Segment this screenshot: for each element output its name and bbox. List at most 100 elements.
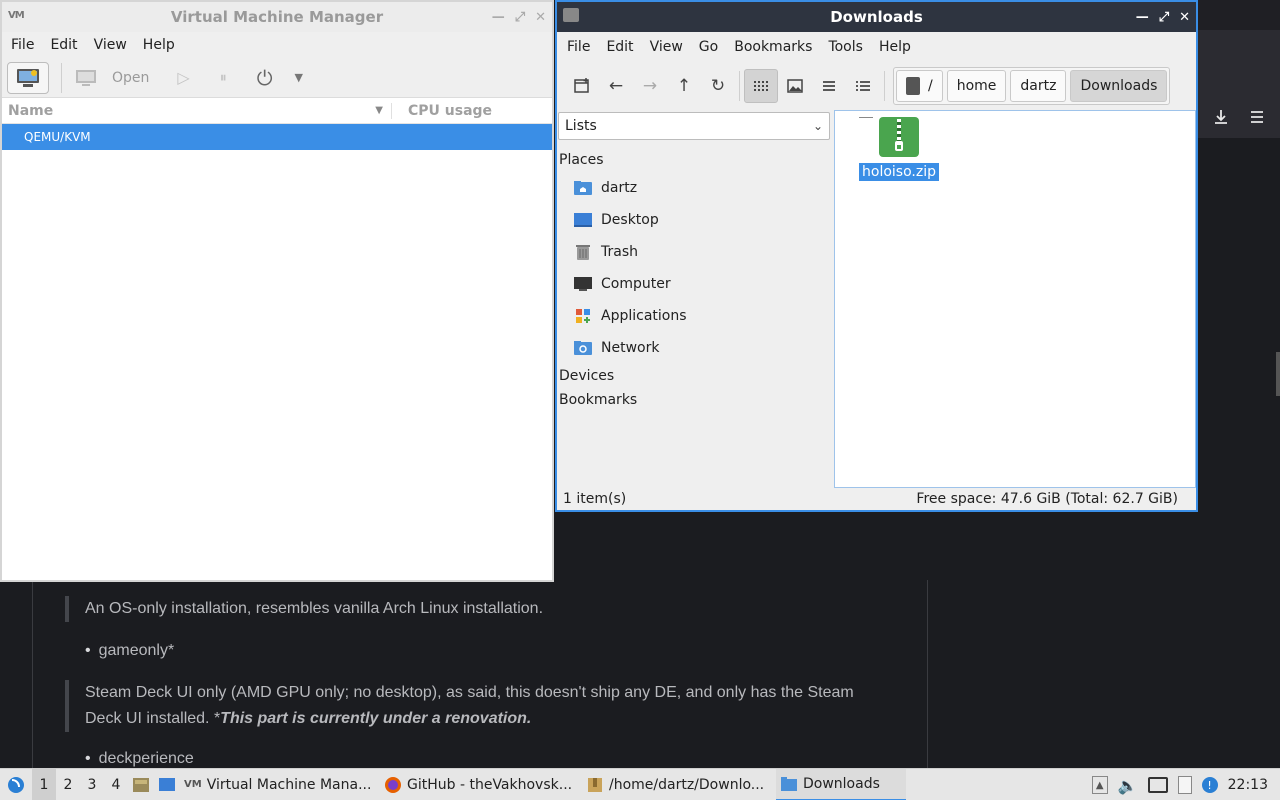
minimize-button[interactable]: — [492, 10, 505, 25]
volume-icon[interactable]: 🔈 [1118, 776, 1138, 795]
network-folder-icon [573, 339, 593, 357]
menu-file[interactable]: File [3, 37, 42, 53]
breadcrumb: / home dartz Downloads [893, 67, 1171, 105]
monitor-icon [76, 69, 96, 86]
icon-view-icon[interactable] [744, 69, 778, 103]
network-icon[interactable] [1147, 777, 1168, 793]
breadcrumb-dartz[interactable]: dartz [1010, 70, 1067, 102]
open-button[interactable]: Open [74, 68, 149, 88]
minimize-button[interactable]: — [1136, 10, 1149, 25]
reload-icon[interactable]: ↻ [701, 69, 735, 103]
back-icon[interactable]: ← [599, 69, 633, 103]
browser-toolbar [1196, 0, 1280, 138]
section-places[interactable]: Places [557, 148, 833, 172]
column-name[interactable]: Name ▼ [2, 102, 392, 119]
play-icon[interactable]: ▷ [177, 68, 189, 87]
vmm-column-header: Name ▼ CPU usage [2, 98, 552, 124]
forward-icon[interactable]: → [633, 69, 667, 103]
menu-go[interactable]: Go [691, 39, 726, 55]
new-tab-icon[interactable] [565, 69, 599, 103]
blockquote: Steam Deck UI only (AMD GPU only; no des… [65, 680, 854, 732]
clipboard-icon[interactable] [1177, 776, 1192, 794]
drive-icon [906, 77, 920, 95]
virt-manager-icon: VM [8, 10, 25, 21]
task-virt-manager[interactable]: VM Virtual Machine Mana... [180, 769, 380, 800]
side-pane-mode-select[interactable]: Lists ⌄ [558, 112, 830, 140]
power-icon[interactable]: ⏻ [257, 66, 273, 90]
task-downloads[interactable]: Downloads [776, 768, 906, 800]
place-desktop[interactable]: Desktop [557, 204, 833, 236]
breadcrumb-downloads[interactable]: Downloads [1070, 70, 1168, 102]
close-button[interactable]: ✕ [1179, 10, 1190, 25]
menu-edit[interactable]: Edit [598, 39, 641, 55]
file-cabinet-icon [133, 777, 149, 792]
taskbar: 1 2 3 4 VM Virtual Machine Mana... GitHu… [0, 768, 1280, 800]
menu-help[interactable]: Help [135, 37, 183, 53]
applications-icon [573, 307, 593, 325]
zip-archive-icon [879, 117, 919, 157]
virt-manager-icon: VM [184, 779, 202, 790]
chevron-down-icon[interactable]: ▼ [295, 71, 303, 84]
menu-file[interactable]: File [559, 39, 598, 55]
item-count: 1 item(s) [563, 491, 627, 507]
clock[interactable]: 22:13 [1228, 777, 1268, 793]
close-button[interactable]: ✕ [535, 10, 546, 25]
home-folder-icon [573, 179, 593, 197]
detailed-list-view-icon[interactable] [846, 69, 880, 103]
column-cpu-usage[interactable]: CPU usage [392, 103, 492, 119]
hamburger-menu-icon[interactable] [1248, 108, 1266, 131]
menu-edit[interactable]: Edit [42, 37, 85, 53]
browser-scrollbar[interactable] [1276, 352, 1280, 396]
maximize-button[interactable]: ⤢ [515, 10, 525, 25]
file-view[interactable]: holoiso.zip [834, 110, 1196, 488]
workspace-1[interactable]: 1 [32, 768, 56, 800]
start-menu-button[interactable] [0, 769, 32, 800]
download-icon[interactable] [1212, 108, 1230, 131]
fm-menubar: File Edit View Go Bookmarks Tools Help [557, 32, 1196, 62]
new-vm-button[interactable] [7, 61, 49, 94]
task-firefox[interactable]: GitHub - theVakhovsk... [380, 769, 582, 800]
show-desktop-button[interactable] [154, 769, 180, 800]
article-content: An OS-only installation, resembles vanil… [32, 580, 928, 768]
workspace-2[interactable]: 2 [56, 769, 80, 800]
list-item: gameonly* [85, 642, 175, 660]
thumbnail-view-icon[interactable] [778, 69, 812, 103]
up-icon[interactable]: ↑ [667, 69, 701, 103]
tray-expand-icon[interactable]: ▲ [1091, 776, 1108, 794]
place-applications[interactable]: Applications [557, 300, 833, 332]
update-notifier-icon[interactable]: ! [1201, 777, 1218, 793]
compact-view-icon[interactable] [812, 69, 846, 103]
workspace-4[interactable]: 4 [104, 769, 128, 800]
menu-tools[interactable]: Tools [820, 39, 871, 55]
file-manager-window: Downloads — ⤢ ✕ File Edit View Go Bookma… [555, 0, 1198, 512]
file-item[interactable]: holoiso.zip [859, 117, 939, 181]
vmm-toolbar: Open ▷ ⏸ ⏻ ▼ [2, 58, 552, 98]
task-archive-manager[interactable]: /home/dartz/Downlo... [582, 769, 776, 800]
desktop-icon [573, 211, 593, 229]
file-manager-launcher[interactable] [128, 769, 154, 800]
connection-row[interactable]: QEMU/KVM [2, 124, 552, 150]
fm-titlebar[interactable]: Downloads — ⤢ ✕ [557, 2, 1196, 32]
section-bookmarks[interactable]: Bookmarks [557, 388, 833, 412]
menu-bookmarks[interactable]: Bookmarks [726, 39, 820, 55]
place-computer[interactable]: Computer [557, 268, 833, 300]
vmm-menubar: File Edit View Help [2, 32, 552, 58]
vmm-titlebar[interactable]: VM Virtual Machine Manager — ⤢ ✕ [2, 2, 552, 32]
section-devices[interactable]: Devices [557, 364, 833, 388]
status-bar: 1 item(s) Free space: 47.6 GiB (Total: 6… [557, 488, 1196, 510]
maximize-button[interactable]: ⤢ [1159, 10, 1169, 25]
menu-view[interactable]: View [642, 39, 691, 55]
menu-view[interactable]: View [86, 37, 135, 53]
file-name: holoiso.zip [859, 163, 939, 181]
place-trash[interactable]: Trash [557, 236, 833, 268]
place-network[interactable]: Network [557, 332, 833, 364]
trash-icon [573, 243, 593, 261]
breadcrumb-home[interactable]: home [946, 70, 1007, 102]
workspace-3[interactable]: 3 [80, 769, 104, 800]
system-tray: ▲ 🔈 ! 22:13 [1091, 769, 1280, 800]
blockquote: An OS-only installation, resembles vanil… [65, 596, 543, 622]
breadcrumb-root[interactable]: / [896, 70, 943, 102]
pause-icon[interactable]: ⏸ [220, 70, 227, 86]
place-dartz[interactable]: dartz [557, 172, 833, 204]
menu-help[interactable]: Help [871, 39, 919, 55]
